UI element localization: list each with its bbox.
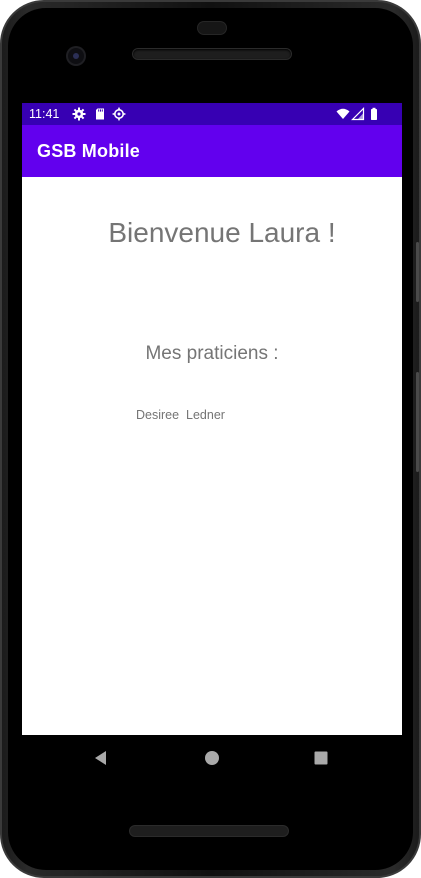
practitioner-list-item[interactable]: Desiree Ledner (136, 408, 225, 422)
status-bar: 11:41 (22, 103, 402, 125)
status-time: 11:41 (29, 107, 60, 121)
settings-gear-icon (112, 107, 126, 121)
phone-frame: 11:41 GSB Mobile Bienvenue Laura ! Mes p… (0, 0, 421, 878)
volume-button[interactable] (416, 242, 419, 302)
signal-icon (351, 107, 365, 121)
screen: 11:41 GSB Mobile Bienvenue Laura ! Mes p… (22, 103, 402, 735)
recents-icon[interactable] (312, 749, 330, 767)
power-button[interactable] (416, 372, 419, 472)
practitioners-section-title: Mes praticiens : (145, 343, 279, 364)
back-icon[interactable] (92, 749, 110, 767)
earpiece-speaker (133, 49, 291, 59)
home-icon[interactable] (203, 749, 221, 767)
app-title: GSB Mobile (37, 141, 141, 161)
wifi-icon (336, 108, 350, 119)
bottom-speaker (130, 826, 288, 836)
sd-card-icon (96, 108, 104, 120)
navigation-bar (22, 735, 402, 781)
main-content: Bienvenue Laura ! Mes praticiens : Desir… (22, 177, 402, 735)
settings-icon (72, 107, 86, 121)
battery-icon (371, 107, 377, 120)
proximity-sensor (198, 22, 226, 34)
front-camera (68, 48, 84, 64)
welcome-heading: Bienvenue Laura ! (108, 217, 336, 248)
app-bar: GSB Mobile (22, 125, 402, 177)
